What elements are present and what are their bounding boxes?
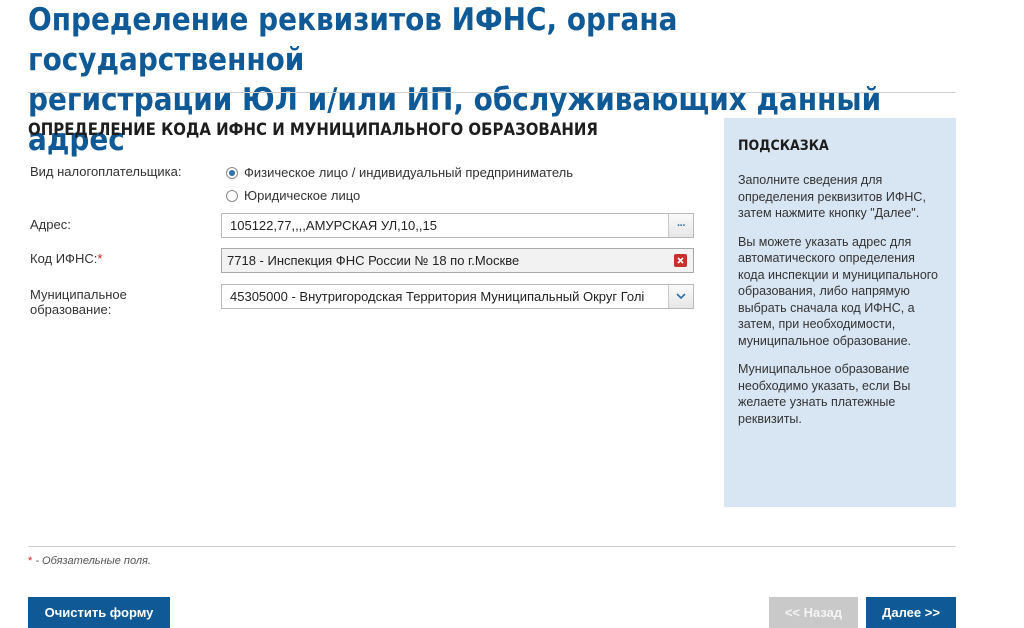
hint-paragraph-1: Заполните сведения для определения рекви… [738, 173, 926, 220]
address-label: Адрес: [30, 217, 71, 232]
ifns-code-label: Код ИФНС:* [30, 251, 103, 266]
required-note-text: - Обязательные поля. [32, 555, 151, 567]
radio-legal-entity[interactable]: Юридическое лицо [226, 188, 360, 203]
hint-title: ПОДСКАЗКА [738, 138, 829, 154]
radio-individual[interactable]: Физическое лицо / индивидуальный предпри… [226, 165, 573, 180]
municipal-formation-dropdown-button[interactable] [668, 285, 693, 308]
hint-paragraph-2: Вы можете указать адрес для автоматическ… [738, 234, 939, 348]
ellipsis-icon: ··· [677, 219, 686, 232]
clear-ifns-button[interactable] [674, 254, 687, 267]
municipal-formation-select[interactable]: 45305000 - Внутригородская Территория Му… [221, 284, 694, 309]
divider-bottom [28, 546, 956, 547]
address-field[interactable]: 105122,77,,,,АМУРСКАЯ УЛ,10,,15 ··· [221, 213, 694, 238]
back-button[interactable]: << Назад [769, 597, 858, 628]
municipal-formation-label: Муниципальное образование: [30, 287, 127, 317]
municipal-formation-value[interactable]: 45305000 - Внутригородская Территория Му… [222, 289, 668, 304]
divider-top [28, 92, 956, 93]
section-title: ОПРЕДЕЛЕНИЕ КОДА ИФНС И МУНИЦИПАЛЬНОГО О… [28, 120, 598, 140]
hint-panel: ПОДСКАЗКА Заполните сведения для определ… [724, 118, 956, 507]
page-title-line1: Определение реквизитов ИФНС, органа госу… [28, 2, 678, 78]
required-mark: * [97, 251, 103, 266]
address-value[interactable]: 105122,77,,,,АМУРСКАЯ УЛ,10,,15 [222, 218, 668, 233]
radio-legal-entity-label: Юридическое лицо [244, 188, 361, 203]
required-fields-note: * - Обязательные поля. [28, 555, 151, 567]
next-button[interactable]: Далее >> [866, 597, 956, 628]
clear-form-button[interactable]: Очистить форму [28, 597, 170, 628]
radio-legal-entity-unchecked-icon [226, 189, 238, 202]
close-icon [677, 257, 684, 264]
ifns-code-field[interactable]: 7718 - Инспекция ФНС России № 18 по г.Мо… [221, 248, 694, 273]
taxpayer-type-label: Вид налогоплательщика: [30, 164, 182, 179]
ifns-code-value[interactable]: 7718 - Инспекция ФНС России № 18 по г.Мо… [222, 253, 674, 268]
radio-individual-checked-icon [226, 166, 238, 179]
chevron-down-icon [676, 293, 686, 300]
radio-individual-label: Физическое лицо / индивидуальный предпри… [244, 165, 573, 180]
hint-paragraph-3: Муниципальное образование необходимо ука… [738, 362, 911, 426]
address-picker-button[interactable]: ··· [668, 214, 693, 237]
